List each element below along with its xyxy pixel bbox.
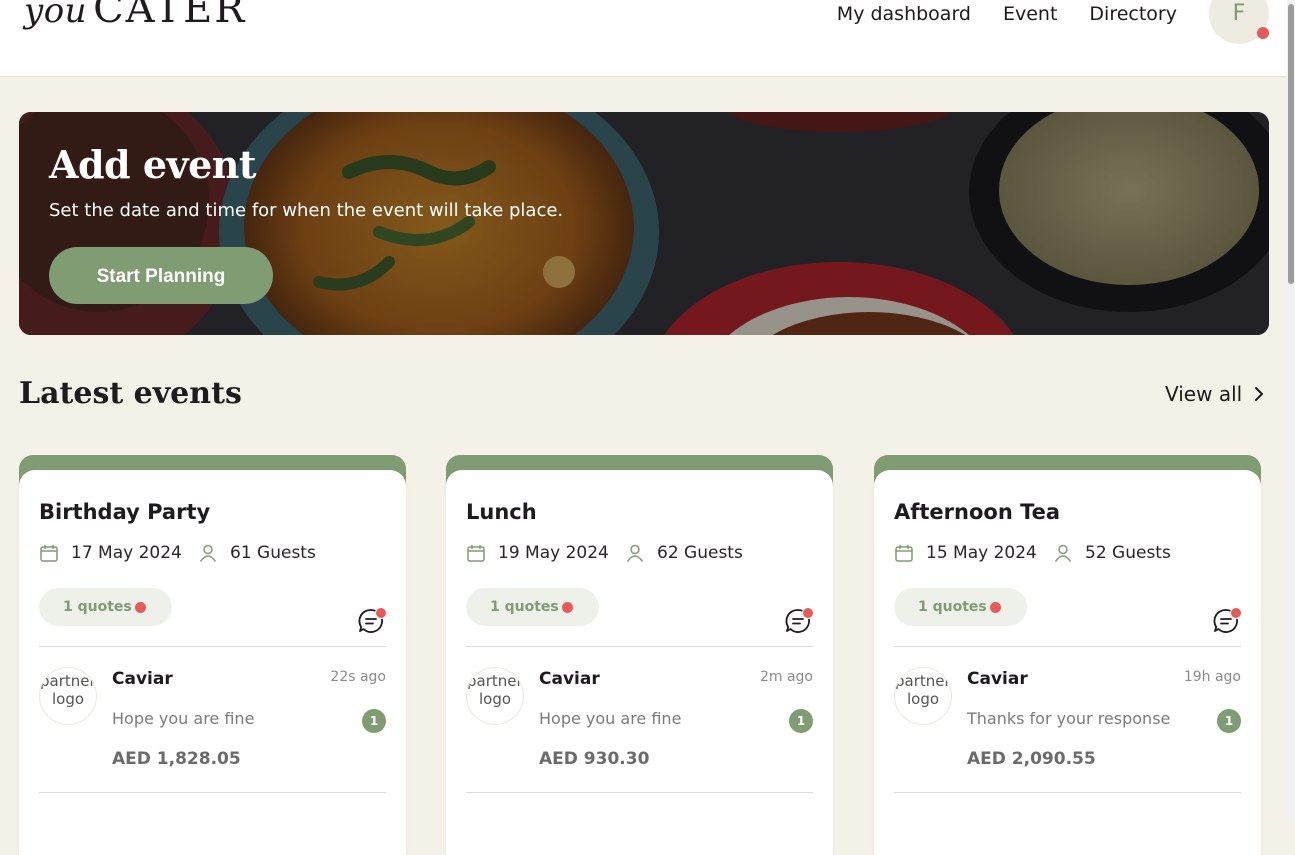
message-preview[interactable]: Hope you are fine	[539, 709, 681, 728]
partner-logo-image: partner-logo	[39, 667, 97, 725]
card-body: Lunch 19 May 2024 62 Guests 1 quotes par…	[446, 470, 833, 855]
event-card[interactable]: Birthday Party 17 May 2024 61 Guests 1 q…	[19, 455, 406, 855]
user-icon	[199, 544, 217, 562]
event-title[interactable]: Birthday Party	[39, 500, 210, 524]
chat-notification-dot	[1230, 607, 1242, 619]
message-time: 19h ago	[1183, 669, 1241, 685]
quote-price: AED 930.30	[539, 749, 650, 769]
partner-logo-image: partner-logo	[466, 667, 524, 725]
unread-badge: 1	[362, 709, 386, 733]
quotes-count: 1 quotes	[63, 599, 132, 615]
logo-main-text: CATER	[93, 0, 247, 32]
event-date: 15 May 2024	[894, 543, 1037, 563]
calendar-icon	[40, 545, 58, 562]
event-guests: 52 Guests	[1053, 543, 1171, 563]
scrollbar-thumb[interactable]	[1288, 4, 1294, 284]
divider	[894, 792, 1241, 793]
view-all-label: View all	[1165, 382, 1243, 406]
divider	[466, 792, 813, 793]
calendar-icon	[895, 545, 913, 562]
card-body: Afternoon Tea 15 May 2024 52 Guests 1 qu…	[874, 470, 1261, 855]
user-icon	[1054, 544, 1072, 562]
event-title[interactable]: Afternoon Tea	[894, 500, 1060, 524]
quotes-pill[interactable]: 1 quotes	[466, 588, 599, 626]
quotes-count: 1 quotes	[490, 599, 559, 615]
quotes-notification-dot	[990, 602, 1001, 613]
chat-notification-dot	[375, 607, 387, 619]
quotes-notification-dot	[562, 602, 573, 613]
event-date-text: 19 May 2024	[498, 543, 609, 563]
view-all-link[interactable]: View all	[1165, 382, 1266, 406]
card-body: Birthday Party 17 May 2024 61 Guests 1 q…	[19, 470, 406, 855]
chevron-right-icon	[1255, 387, 1264, 401]
message-preview[interactable]: Hope you are fine	[112, 709, 254, 728]
quote-price: AED 2,090.55	[967, 749, 1096, 769]
event-date-text: 17 May 2024	[71, 543, 182, 563]
message-preview[interactable]: Thanks for your response	[967, 709, 1170, 728]
page-scrollbar[interactable]	[1287, 0, 1295, 824]
quotes-pill[interactable]: 1 quotes	[894, 588, 1027, 626]
event-date: 17 May 2024	[39, 543, 182, 563]
partner-name: Caviar	[539, 669, 600, 689]
top-header: you CATER My dashboard Event Directory F	[0, 0, 1287, 77]
latest-events-title: Latest events	[19, 376, 242, 411]
hero-subtitle: Set the date and time for when the event…	[49, 200, 564, 221]
add-event-banner: Add event Set the date and time for when…	[19, 112, 1269, 335]
event-card[interactable]: Afternoon Tea 15 May 2024 52 Guests 1 qu…	[874, 455, 1261, 855]
nav-my-dashboard[interactable]: My dashboard	[837, 2, 971, 26]
message-time: 22s ago	[330, 669, 386, 685]
quotes-notification-dot	[135, 602, 146, 613]
event-guests-text: 61 Guests	[230, 543, 316, 563]
avatar-notification-dot	[1257, 27, 1269, 39]
quote-price: AED 1,828.05	[112, 749, 241, 769]
calendar-icon	[467, 545, 485, 562]
event-card[interactable]: Lunch 19 May 2024 62 Guests 1 quotes par…	[446, 455, 833, 855]
quotes-count: 1 quotes	[918, 599, 987, 615]
event-date: 19 May 2024	[466, 543, 609, 563]
nav-event[interactable]: Event	[1003, 2, 1057, 26]
divider	[39, 792, 386, 793]
logo-italic-text: you	[24, 0, 88, 31]
event-title[interactable]: Lunch	[466, 500, 537, 524]
partner-logo-image: partner-logo	[894, 667, 952, 725]
partner-name: Caviar	[967, 669, 1028, 689]
nav-directory[interactable]: Directory	[1089, 2, 1177, 26]
event-guests: 61 Guests	[198, 543, 316, 563]
main-nav: My dashboard Event Directory	[805, 2, 1177, 26]
unread-badge: 1	[789, 709, 813, 733]
event-guests-text: 62 Guests	[657, 543, 743, 563]
divider	[466, 646, 813, 647]
user-icon	[626, 544, 644, 562]
divider	[894, 646, 1241, 647]
event-guests-text: 52 Guests	[1085, 543, 1171, 563]
hero-title: Add event	[49, 142, 256, 187]
event-guests: 62 Guests	[625, 543, 743, 563]
partner-name: Caviar	[112, 669, 173, 689]
start-planning-button[interactable]: Start Planning	[49, 247, 273, 304]
message-time: 2m ago	[759, 669, 813, 685]
event-date-text: 15 May 2024	[926, 543, 1037, 563]
youcater-logo[interactable]: you CATER	[24, 0, 246, 32]
unread-badge: 1	[1217, 709, 1241, 733]
chat-notification-dot	[802, 607, 814, 619]
quotes-pill[interactable]: 1 quotes	[39, 588, 172, 626]
divider	[39, 646, 386, 647]
